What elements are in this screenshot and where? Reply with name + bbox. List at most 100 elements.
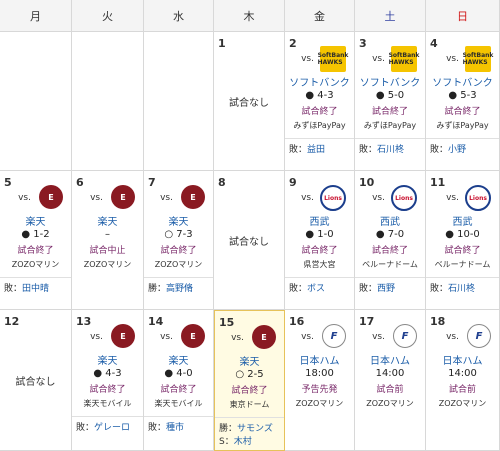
game-status-link[interactable]: 試合前	[426, 382, 499, 395]
pitcher-result-label: 敗：	[289, 145, 308, 155]
team-logo-icon: SoftBank HAWKS	[463, 46, 493, 72]
pitcher-line: 敗：ボス	[289, 281, 350, 294]
game-score: ● 1-0	[305, 229, 334, 240]
opponent-link[interactable]: 日本ハム	[426, 352, 499, 367]
game-status-link[interactable]: 試合終了	[355, 104, 425, 117]
pitcher-result-label: 敗：	[289, 284, 308, 294]
game-score: ● 5-3	[448, 90, 477, 101]
calendar-cell[interactable]: 16 vs. F 日本ハム 18:00 予告先発 ZOZOマリン	[285, 310, 355, 451]
pitcher-name-link[interactable]: 益田	[307, 145, 325, 155]
team-logo-icon: SoftBank HAWKS	[389, 46, 419, 72]
game-score: ● 4-3	[305, 90, 334, 101]
calendar-cell[interactable]: 2 vs. SoftBank HAWKS ソフトバンク ● 4-3 試合終了 みずほPayP…	[285, 32, 355, 171]
opponent-link[interactable]: 楽天	[0, 213, 71, 228]
opponent-link[interactable]: 西武	[355, 213, 425, 228]
opponent-link[interactable]: ソフトバンク	[355, 74, 425, 89]
game-status-link[interactable]: 試合終了	[0, 243, 71, 256]
calendar-cell[interactable]: 10 vs. Lions 西武 ● 7-0 試合終了 ベルーナドーム 敗：西野	[355, 171, 426, 310]
pitcher-result-label: 敗：	[359, 284, 378, 294]
day-number: 13	[76, 315, 92, 328]
opponent-link[interactable]: 楽天	[215, 353, 284, 368]
pitcher-result-label: 敗：	[430, 145, 449, 155]
game-status-link[interactable]: 試合終了	[426, 104, 499, 117]
game-score: ● 10-0	[445, 229, 480, 240]
stadium-name: ZOZOマリン	[154, 260, 203, 269]
game-status-link[interactable]: 試合終了	[285, 243, 354, 256]
pitcher-name-link[interactable]: ボス	[307, 284, 325, 294]
pitcher-line: 敗：種市	[148, 420, 209, 433]
vs-label: vs.	[301, 54, 314, 64]
pitcher-name-link[interactable]: 石川柊	[377, 145, 404, 155]
calendar-cell[interactable]: 3 vs. SoftBank HAWKS ソフトバンク ● 5-0 試合終了 みずほPayP…	[355, 32, 426, 171]
opponent-link[interactable]: 楽天	[144, 352, 213, 367]
pitcher-record: 敗：小野	[426, 138, 499, 170]
game-status-link[interactable]: 試合終了	[426, 243, 499, 256]
game-score: ● 5-0	[375, 90, 405, 101]
game-status-link[interactable]: 試合終了	[285, 104, 354, 117]
stadium-name: ZOZOマリン	[11, 260, 60, 269]
game-status-link[interactable]: 試合終了	[144, 243, 213, 256]
opponent-link[interactable]: ソフトバンク	[426, 74, 499, 89]
calendar-cell[interactable]: 18 vs. F 日本ハム 14:00 試合前 ZOZOマリン	[426, 310, 500, 451]
opponent-link[interactable]: 西武	[285, 213, 354, 228]
opponent-link[interactable]: 楽天	[72, 213, 143, 228]
pitcher-name-link[interactable]: 石川柊	[448, 284, 475, 294]
calendar-cell[interactable]: 8 試合なし	[214, 171, 285, 310]
game-status-link[interactable]: 試合終了	[72, 382, 143, 395]
calendar-cell[interactable]: 14 vs. E 楽天 ● 4-0 試合終了 楽天モバイル 敗：種市	[144, 310, 214, 451]
weekday-header: 火	[72, 0, 144, 32]
game-status-link[interactable]: 試合中止	[72, 243, 143, 256]
calendar-cell[interactable]: 13 vs. E 楽天 ● 4-3 試合終了 楽天モバイル 敗：ゲレーロ	[72, 310, 144, 451]
pitcher-result-label: 敗：	[430, 284, 449, 294]
calendar-cell[interactable]: 6 vs. E 楽天 – 試合中止 ZOZOマリン	[72, 171, 144, 310]
calendar-cell[interactable]: 5 vs. E 楽天 ● 1-2 試合終了 ZOZOマリン 敗：田中晴	[0, 171, 72, 310]
game-score: 14:00	[448, 368, 477, 379]
opponent-link[interactable]: 楽天	[72, 352, 143, 367]
game-status-link[interactable]: 試合終了	[144, 382, 213, 395]
pitcher-line: 敗：小野	[430, 142, 495, 155]
calendar-cell[interactable]: 17 vs. F 日本ハム 14:00 試合前 ZOZOマリン	[355, 310, 426, 451]
save-pitcher-link[interactable]: 木村	[234, 437, 252, 447]
pitcher-name-link[interactable]: 田中晴	[22, 284, 49, 294]
pitcher-name-link[interactable]: ゲレーロ	[94, 423, 130, 433]
pitcher-record: 敗：田中晴	[0, 277, 71, 309]
calendar-cell[interactable]: 15 vs. E 楽天 ○ 2-5 試合終了 東京ドーム 勝：サモンズ S：木村	[214, 310, 285, 451]
game-status-link[interactable]: 試合終了	[355, 243, 425, 256]
pitcher-record: 敗：ボス	[285, 277, 354, 309]
team-logo-icon: E	[39, 185, 63, 209]
pitcher-record: 勝：高野脩	[144, 277, 213, 309]
pitcher-name-link[interactable]: 小野	[448, 145, 466, 155]
pitcher-name-link[interactable]: 西野	[377, 284, 395, 294]
vs-label: vs.	[446, 332, 459, 342]
opponent-link[interactable]: ソフトバンク	[285, 74, 354, 89]
pitcher-record: 敗：西野	[355, 277, 425, 309]
pitcher-name-link[interactable]: 高野脩	[166, 284, 193, 294]
team-logo-icon: Lions	[465, 185, 491, 211]
weekday-header: 土	[355, 0, 426, 32]
pitcher-name-link[interactable]: サモンズ	[237, 424, 273, 434]
vs-label: vs.	[446, 193, 459, 203]
team-logo-icon: F	[322, 324, 346, 348]
stadium-name: ZOZOマリン	[295, 399, 344, 408]
pitcher-line: 敗：西野	[359, 281, 421, 294]
opponent-link[interactable]: 楽天	[144, 213, 213, 228]
calendar-cell[interactable]: 4 vs. SoftBank HAWKS ソフトバンク ● 5-3 試合終了 みずほPayP…	[426, 32, 500, 171]
game-status-link[interactable]: 試合終了	[215, 383, 284, 396]
pitcher-line: 勝：高野脩	[148, 281, 209, 294]
calendar-cell[interactable]: 11 vs. Lions 西武 ● 10-0 試合終了 ベルーナドーム 敗：石川柊	[426, 171, 500, 310]
calendar-cell[interactable]: 12 試合なし	[0, 310, 72, 451]
team-logo-icon: E	[111, 324, 135, 348]
opponent-link[interactable]: 日本ハム	[285, 352, 354, 367]
calendar-cell[interactable]: 9 vs. Lions 西武 ● 1-0 試合終了 県営大宮 敗：ボス	[285, 171, 355, 310]
calendar-cell[interactable]: 1 試合なし	[214, 32, 285, 171]
calendar-cell[interactable]: 7 vs. E 楽天 ○ 7-3 試合終了 ZOZOマリン 勝：高野脩	[144, 171, 214, 310]
game-status-link[interactable]: 試合前	[355, 382, 425, 395]
opponent-link[interactable]: 西武	[426, 213, 499, 228]
pitcher-name-link[interactable]: 種市	[166, 423, 184, 433]
opponent-link[interactable]: 日本ハム	[355, 352, 425, 367]
day-number: 5	[4, 176, 12, 189]
game-status-link[interactable]: 予告先発	[285, 382, 354, 395]
pitcher-record: 敗：石川柊	[355, 138, 425, 170]
pitcher-result-label: 敗：	[148, 423, 167, 433]
day-number: 17	[359, 315, 375, 328]
